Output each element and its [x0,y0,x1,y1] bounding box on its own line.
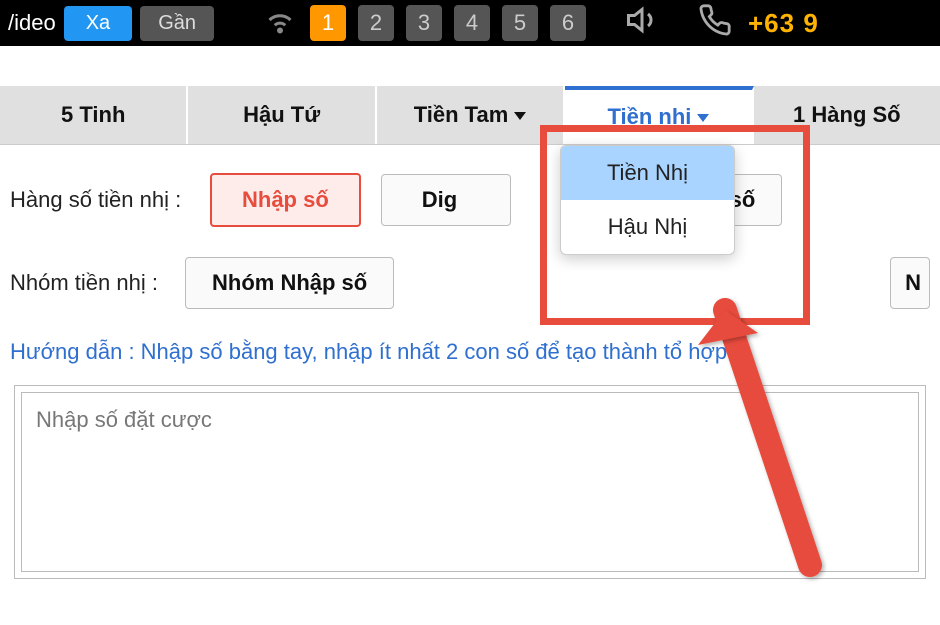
tab-tiennhi[interactable]: Tiền nhị [565,86,753,144]
topbar: /ideo Xa Gần 1 2 3 4 5 6 +63 9 [0,0,940,46]
number-box-6[interactable]: 6 [550,5,586,41]
tab-label: Tiền nhị [607,104,691,129]
number-box-1[interactable]: 1 [310,5,346,41]
number-box-3[interactable]: 3 [406,5,442,41]
chevron-down-icon [514,112,526,120]
speaker-icon[interactable] [624,2,660,44]
gan-button[interactable]: Gần [140,6,214,41]
tab-label: 5 Tinh [61,102,125,127]
tab-label: Tiền Tam [414,102,509,127]
textarea-wrap: Nhập số đặt cược [14,385,926,579]
number-box-2[interactable]: 2 [358,5,394,41]
phone-number: +63 9 [748,8,819,39]
tab-hautu[interactable]: Hậu Tứ [188,86,376,144]
phone-icon[interactable] [698,3,732,43]
bet-input[interactable]: Nhập số đặt cược [21,392,919,572]
number-box-5[interactable]: 5 [502,5,538,41]
video-label: /ideo [8,10,56,36]
hint-text: Hướng dẫn : Nhập số bằng tay, nhập ít nh… [10,339,930,365]
xa-button[interactable]: Xa [64,6,132,41]
tab-tientam[interactable]: Tiền Tam [377,86,565,144]
dropdown-menu: Tiền Nhị Hậu Nhị [560,145,735,255]
tab-1hangso[interactable]: 1 Hàng Số [754,86,940,144]
row-hangso: Hàng số tiền nhị : Nhập số Dig ép số [10,173,930,227]
chevron-down-icon [697,114,709,122]
tab-label: 1 Hàng Số [793,102,901,127]
tab-label: Hậu Tứ [243,102,320,127]
tab-5tinh[interactable]: 5 Tinh [0,86,188,144]
partial-button[interactable]: N [890,257,930,309]
content: Hàng số tiền nhị : Nhập số Dig ép số Nhó… [0,145,940,579]
dropdown-item-haunhi[interactable]: Hậu Nhị [561,200,734,254]
number-box-4[interactable]: 4 [454,5,490,41]
nhom-nhap-so-button[interactable]: Nhóm Nhập số [185,257,394,309]
tabs: 5 Tinh Hậu Tứ Tiền Tam Tiền nhị 1 Hàng S… [0,86,940,145]
label-nhom: Nhóm tiền nhị : [10,270,185,296]
dig-button[interactable]: Dig [381,174,511,226]
dropdown-item-tiennhi[interactable]: Tiền Nhị [561,146,734,200]
wifi-icon [262,2,298,44]
label-hangso: Hàng số tiền nhị : [10,187,210,213]
nhap-so-button[interactable]: Nhập số [210,173,361,227]
row-nhom: Nhóm tiền nhị : Nhóm Nhập số N [10,257,930,309]
